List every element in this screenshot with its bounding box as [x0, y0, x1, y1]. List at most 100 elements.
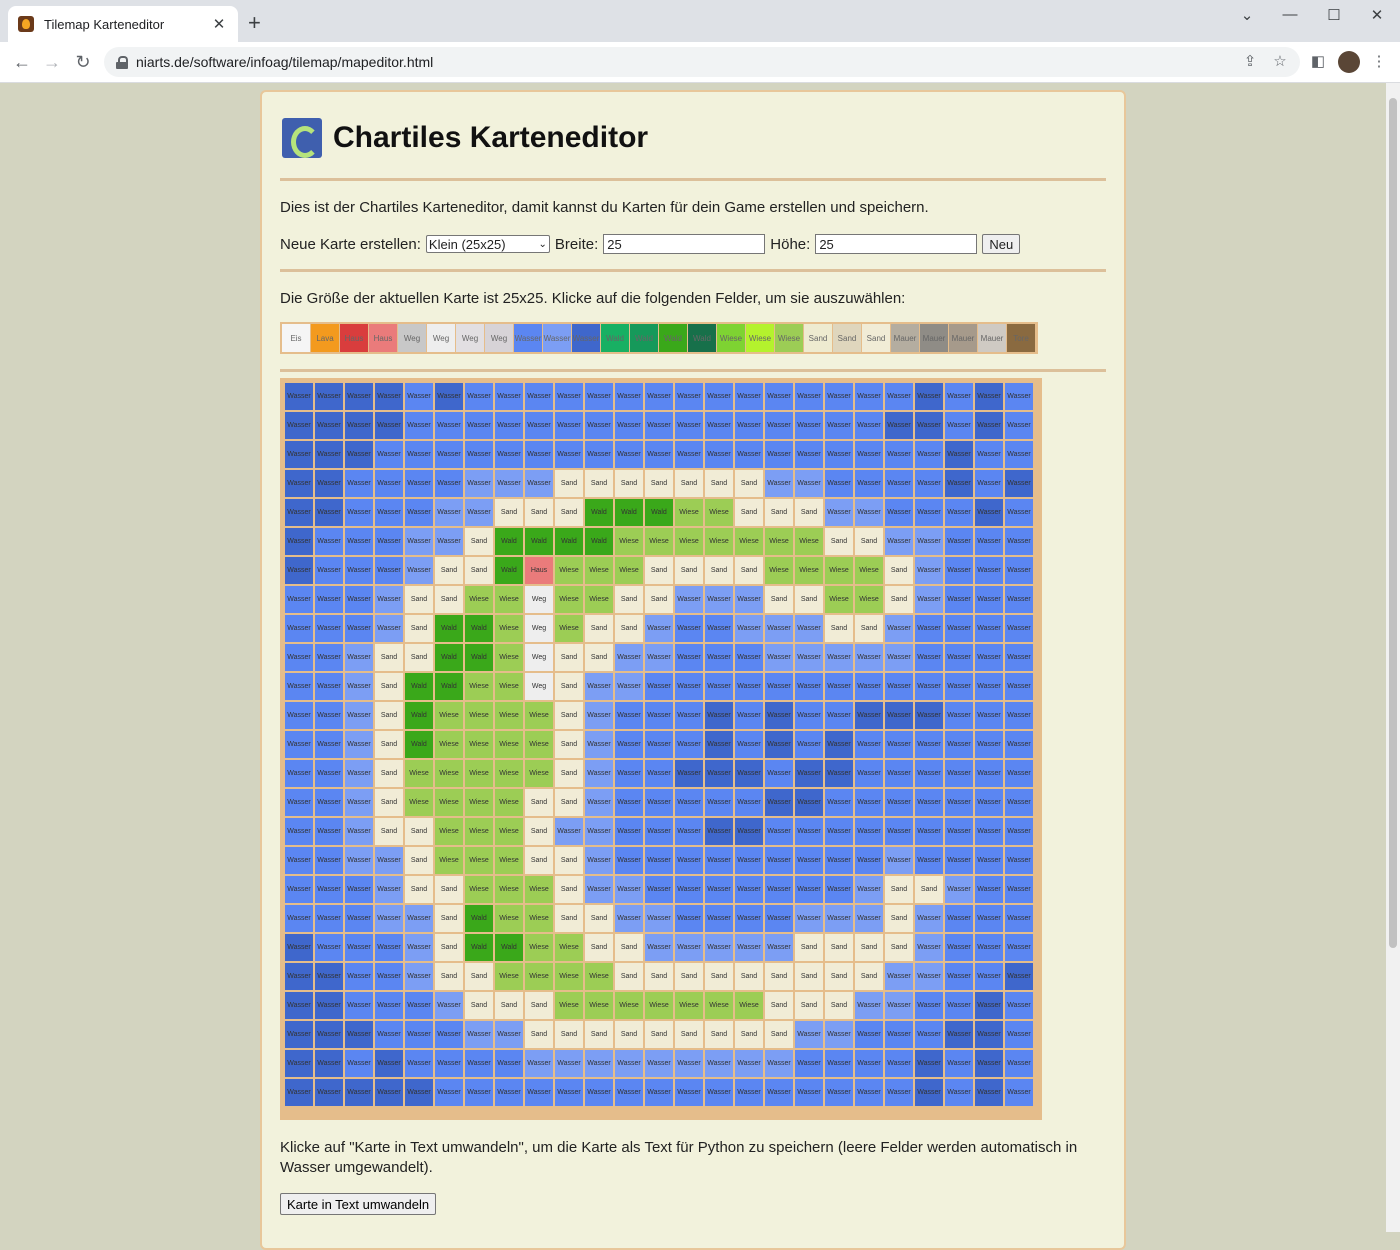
map-cell[interactable]: Wasser — [705, 586, 733, 613]
map-cell[interactable]: Wasser — [345, 818, 373, 845]
map-cell[interactable]: Wasser — [345, 499, 373, 526]
map-cell[interactable]: Wasser — [435, 1079, 463, 1106]
map-cell[interactable]: Sand — [555, 470, 583, 497]
map-cell[interactable]: Wasser — [585, 789, 613, 816]
map-cell[interactable]: Wasser — [1005, 383, 1033, 410]
map-cell[interactable]: Wasser — [495, 383, 523, 410]
map-cell[interactable]: Wiese — [495, 644, 523, 671]
map-cell[interactable]: Sand — [675, 557, 703, 584]
map-cell[interactable]: Wasser — [795, 1050, 823, 1077]
map-cell[interactable]: Wasser — [465, 1050, 493, 1077]
map-cell[interactable]: Wasser — [465, 412, 493, 439]
map-cell[interactable]: Wasser — [285, 760, 313, 787]
map-cell[interactable]: Wasser — [435, 1021, 463, 1048]
palette-tile[interactable]: Wald — [630, 324, 658, 352]
map-cell[interactable]: Wasser — [825, 847, 853, 874]
map-cell[interactable]: Wiese — [405, 760, 433, 787]
map-cell[interactable]: Wasser — [735, 615, 763, 642]
map-cell[interactable]: Wasser — [615, 1050, 643, 1077]
map-cell[interactable]: Wasser — [1005, 1079, 1033, 1106]
map-cell[interactable]: Wald — [405, 702, 433, 729]
map-cell[interactable]: Wiese — [495, 586, 523, 613]
map-cell[interactable]: Wiese — [435, 702, 463, 729]
map-cell[interactable]: Sand — [375, 702, 403, 729]
map-cell[interactable]: Wiese — [795, 528, 823, 555]
map-cell[interactable]: Wasser — [345, 760, 373, 787]
map-cell[interactable]: Wiese — [435, 731, 463, 758]
map-cell[interactable]: Sand — [555, 789, 583, 816]
map-cell[interactable]: Wasser — [285, 963, 313, 990]
map-cell[interactable]: Wasser — [915, 1079, 943, 1106]
map-cell[interactable]: Wiese — [855, 586, 883, 613]
map-cell[interactable]: Wasser — [675, 731, 703, 758]
map-cell[interactable]: Wasser — [795, 818, 823, 845]
map-cell[interactable]: Wasser — [285, 992, 313, 1019]
map-cell[interactable]: Wasser — [915, 615, 943, 642]
palette-tile[interactable]: Mauer — [920, 324, 948, 352]
map-cell[interactable]: Wiese — [525, 963, 553, 990]
map-cell[interactable]: Wasser — [885, 992, 913, 1019]
map-cell[interactable]: Wasser — [735, 905, 763, 932]
map-cell[interactable]: Wald — [435, 615, 463, 642]
map-cell[interactable]: Sand — [405, 615, 433, 642]
map-cell[interactable]: Wasser — [795, 760, 823, 787]
map-cell[interactable]: Wasser — [885, 847, 913, 874]
map-cell[interactable]: Wasser — [945, 818, 973, 845]
map-cell[interactable]: Wasser — [915, 905, 943, 932]
map-cell[interactable]: Wasser — [975, 1021, 1003, 1048]
browser-tab[interactable]: Tilemap Karteneditor ✕ — [8, 6, 238, 42]
map-cell[interactable]: Wasser — [675, 789, 703, 816]
map-cell[interactable]: Wasser — [915, 1050, 943, 1077]
map-cell[interactable]: Wasser — [555, 412, 583, 439]
map-cell[interactable]: Wasser — [315, 383, 343, 410]
map-cell[interactable]: Wald — [465, 644, 493, 671]
map-cell[interactable]: Wasser — [705, 760, 733, 787]
map-cell[interactable]: Wasser — [705, 383, 733, 410]
map-cell[interactable]: Wasser — [885, 1021, 913, 1048]
map-cell[interactable]: Wasser — [645, 818, 673, 845]
map-cell[interactable]: Wasser — [675, 673, 703, 700]
palette-tile[interactable]: Mauer — [891, 324, 919, 352]
map-cell[interactable]: Wald — [465, 934, 493, 961]
map-cell[interactable]: Sand — [705, 470, 733, 497]
map-cell[interactable]: Wasser — [915, 557, 943, 584]
map-cell[interactable]: Wasser — [945, 702, 973, 729]
map-cell[interactable]: Wasser — [555, 383, 583, 410]
map-cell[interactable]: Wasser — [495, 1021, 523, 1048]
map-cell[interactable]: Wasser — [315, 644, 343, 671]
map-cell[interactable]: Wasser — [315, 992, 343, 1019]
back-icon[interactable]: ← — [10, 50, 34, 74]
map-cell[interactable]: Wiese — [675, 528, 703, 555]
map-cell[interactable]: Wasser — [435, 528, 463, 555]
map-cell[interactable]: Wasser — [705, 934, 733, 961]
map-cell[interactable]: Wasser — [315, 702, 343, 729]
map-cell[interactable]: Wasser — [585, 760, 613, 787]
map-cell[interactable]: Sand — [495, 992, 523, 1019]
map-cell[interactable]: Wasser — [645, 441, 673, 468]
map-cell[interactable]: Wiese — [465, 876, 493, 903]
map-cell[interactable]: Sand — [765, 1021, 793, 1048]
map-cell[interactable]: Wasser — [705, 847, 733, 874]
map-cell[interactable]: Wasser — [1005, 963, 1033, 990]
map-cell[interactable]: Sand — [675, 1021, 703, 1048]
map-cell[interactable]: Wasser — [855, 992, 883, 1019]
map-cell[interactable]: Wasser — [1005, 992, 1033, 1019]
map-cell[interactable]: Wasser — [375, 847, 403, 874]
map-cell[interactable]: Wasser — [675, 383, 703, 410]
map-cell[interactable]: Wiese — [645, 528, 673, 555]
map-cell[interactable]: Sand — [375, 789, 403, 816]
map-cell[interactable]: Wasser — [285, 557, 313, 584]
map-cell[interactable]: Wasser — [795, 1079, 823, 1106]
map-cell[interactable]: Sand — [615, 615, 643, 642]
map-cell[interactable]: Wasser — [285, 1079, 313, 1106]
map-cell[interactable]: Wiese — [495, 731, 523, 758]
map-cell[interactable]: Wald — [405, 731, 433, 758]
map-cell[interactable]: Wiese — [825, 557, 853, 584]
map-cell[interactable]: Wasser — [285, 441, 313, 468]
map-cell[interactable]: Wasser — [315, 528, 343, 555]
map-cell[interactable]: Wasser — [375, 876, 403, 903]
map-cell[interactable]: Sand — [435, 934, 463, 961]
map-cell[interactable]: Sand — [465, 528, 493, 555]
map-cell[interactable]: Wasser — [615, 905, 643, 932]
map-cell[interactable]: Wasser — [885, 789, 913, 816]
